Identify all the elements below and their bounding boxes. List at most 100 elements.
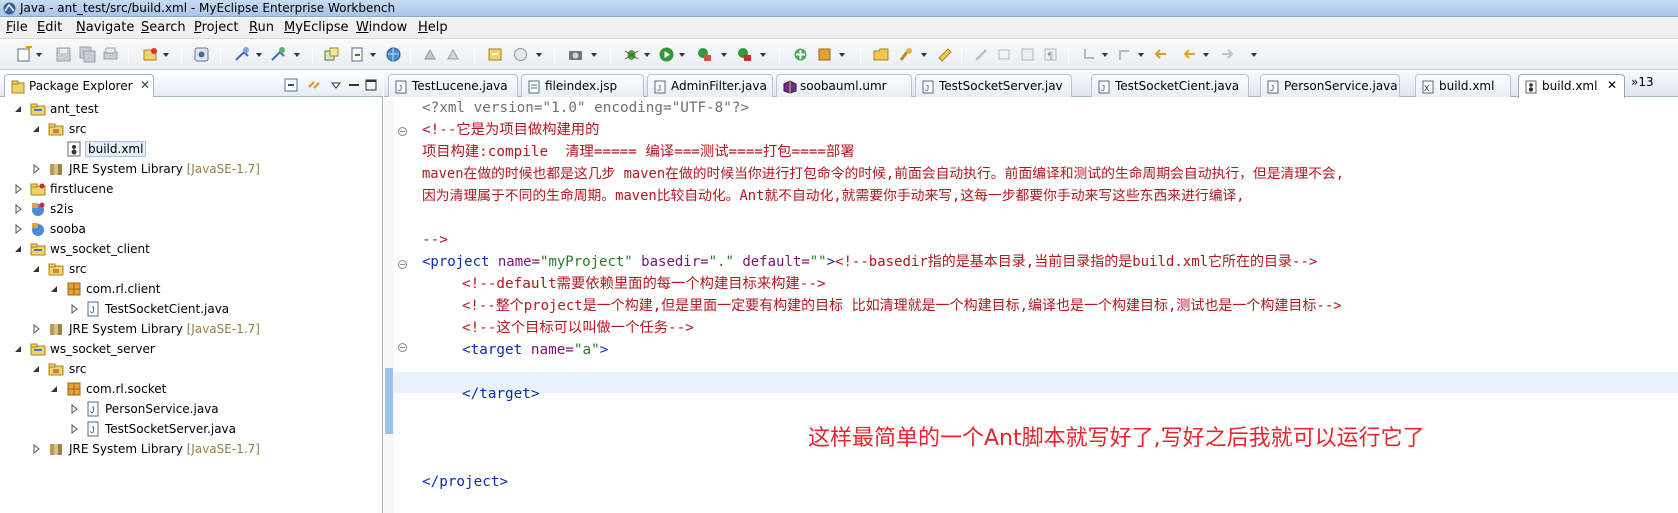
tab-build-xml-active[interactable]: build.xml ✕	[1518, 74, 1625, 98]
view-menu-icon[interactable]	[329, 78, 343, 92]
fold-toggle-icon[interactable]: −	[398, 260, 407, 269]
debug-icon[interactable]	[623, 46, 640, 63]
next-annotation-icon[interactable]	[1081, 46, 1098, 63]
menu-search[interactable]: Search	[141, 20, 186, 35]
expanded-arrow-icon[interactable]	[49, 284, 59, 294]
tab-build-xml[interactable]: X build.xml	[1415, 74, 1511, 97]
menu-navigate[interactable]: Navigate	[76, 20, 134, 35]
menu-project[interactable]: Project	[194, 20, 239, 35]
new-java-project-icon[interactable]	[142, 46, 159, 63]
tab-testsocketserver-java[interactable]: J TestSocketServer.jav	[915, 74, 1072, 97]
tab-overflow-indicator[interactable]: »13	[1631, 75, 1654, 89]
tab-testsocketcient-java[interactable]: J TestSocketCient.java	[1091, 74, 1249, 97]
print-icon[interactable]	[102, 46, 119, 63]
back-dropdown-icon[interactable]	[1203, 53, 1209, 57]
last-edit-location-icon[interactable]	[1152, 46, 1169, 63]
tab-adminfilter-java[interactable]: J AdminFilter.java	[647, 74, 773, 97]
web-browser-icon[interactable]	[385, 46, 402, 63]
run-server-icon[interactable]	[270, 46, 287, 63]
save-all-icon[interactable]	[79, 46, 96, 63]
tab-label: TestLucene.java	[412, 79, 508, 93]
run-server-dropdown-icon[interactable]	[294, 53, 300, 57]
new-package-icon[interactable]	[816, 46, 833, 63]
collapsed-arrow-icon[interactable]	[13, 184, 23, 194]
maximize-icon[interactable]	[364, 78, 378, 92]
link-with-editor-icon[interactable]	[307, 78, 321, 92]
collapsed-arrow-icon[interactable]	[31, 324, 41, 334]
toggle-mark-occurrences-icon[interactable]	[973, 46, 990, 63]
toggle-view-icon[interactable]	[445, 46, 462, 63]
open-type-icon[interactable]	[323, 46, 340, 63]
collapsed-arrow-icon[interactable]	[31, 444, 41, 454]
expanded-arrow-icon[interactable]	[13, 344, 23, 354]
fold-toggle-icon[interactable]: −	[398, 343, 407, 352]
save-icon[interactable]	[55, 46, 72, 63]
collapsed-arrow-icon[interactable]	[13, 204, 23, 214]
forward-icon[interactable]	[1219, 46, 1236, 63]
menu-run[interactable]: Run	[249, 20, 274, 35]
fold-toggle-icon[interactable]: −	[398, 127, 407, 136]
new-web-project-icon[interactable]	[487, 46, 504, 63]
expanded-arrow-icon[interactable]	[31, 264, 41, 274]
open-resource-dropdown-icon[interactable]	[370, 53, 376, 57]
menu-help[interactable]: Help	[418, 20, 448, 35]
collapsed-arrow-icon[interactable]	[69, 404, 79, 414]
deploy-dropdown-icon[interactable]	[256, 53, 262, 57]
paragraph-icon[interactable]: ¶	[1042, 46, 1059, 63]
new-dropdown-icon[interactable]	[36, 53, 42, 57]
open-folder-icon[interactable]	[873, 46, 890, 63]
menu-window[interactable]: Window	[356, 20, 407, 35]
minimize-icon[interactable]	[347, 78, 361, 92]
open-resource-icon[interactable]	[349, 46, 366, 63]
expanded-arrow-icon[interactable]	[13, 104, 23, 114]
run-icon[interactable]	[658, 46, 675, 63]
annotation-icon[interactable]	[936, 46, 953, 63]
tab-personservice-java[interactable]: J PersonService.java	[1260, 74, 1400, 97]
deploy-icon[interactable]	[234, 46, 251, 63]
new-package-dropdown-icon[interactable]	[839, 53, 845, 57]
expanded-arrow-icon[interactable]	[13, 244, 23, 254]
previous-annotation-dropdown-icon[interactable]	[1138, 53, 1144, 57]
menu-edit[interactable]: Edit	[37, 20, 62, 35]
menu-file[interactable]: File	[6, 20, 28, 35]
run-coverage-icon[interactable]	[696, 46, 713, 63]
toggle-block-selection-icon[interactable]	[996, 46, 1013, 63]
back-icon[interactable]	[1181, 46, 1198, 63]
close-tab-icon[interactable]: ✕	[1607, 78, 1617, 92]
external-tools-icon[interactable]	[736, 46, 753, 63]
new-class-icon[interactable]	[792, 46, 809, 63]
debug-dropdown-icon[interactable]	[644, 53, 650, 57]
myeclipse-server-icon[interactable]	[193, 46, 210, 63]
tab-fileindex-jsp[interactable]: fileindex.jsp	[521, 74, 644, 97]
hyperlink-dropdown-icon[interactable]	[536, 53, 542, 57]
new-java-project-dropdown-icon[interactable]	[163, 53, 169, 57]
toolbar-separator	[410, 46, 411, 64]
toggle-web-icon[interactable]	[422, 46, 439, 63]
camera-dropdown-icon[interactable]	[591, 53, 597, 57]
menu-myeclipse[interactable]: MyEclipse	[284, 20, 349, 35]
package-explorer-tab[interactable]: Package Explorer ✕	[4, 74, 154, 97]
next-annotation-dropdown-icon[interactable]	[1102, 53, 1108, 57]
collapsed-arrow-icon[interactable]	[13, 224, 23, 234]
run-dropdown-icon[interactable]	[679, 53, 685, 57]
collapsed-arrow-icon[interactable]	[69, 424, 79, 434]
collapsed-arrow-icon[interactable]	[69, 304, 79, 314]
collapse-all-icon[interactable]	[284, 78, 298, 92]
show-whitespace-icon[interactable]	[1019, 46, 1036, 63]
search-tool-icon[interactable]	[898, 46, 915, 63]
new-icon[interactable]	[16, 46, 33, 63]
camera-icon[interactable]	[567, 46, 584, 63]
hyperlink-icon[interactable]	[512, 46, 529, 63]
collapsed-arrow-icon[interactable]	[31, 164, 41, 174]
run-coverage-dropdown-icon[interactable]	[721, 53, 727, 57]
external-tools-dropdown-icon[interactable]	[760, 53, 766, 57]
expanded-arrow-icon[interactable]	[31, 124, 41, 134]
search-tool-dropdown-icon[interactable]	[921, 53, 927, 57]
expanded-arrow-icon[interactable]	[49, 384, 59, 394]
tab-soobauml-umr[interactable]: soobauml.umr	[776, 74, 912, 97]
expanded-arrow-icon[interactable]	[31, 364, 41, 374]
close-icon[interactable]: ✕	[140, 78, 150, 92]
tab-testlucene-java[interactable]: J TestLucene.java	[388, 74, 518, 97]
previous-annotation-icon[interactable]	[1116, 46, 1133, 63]
forward-dropdown-icon[interactable]	[1251, 53, 1257, 57]
